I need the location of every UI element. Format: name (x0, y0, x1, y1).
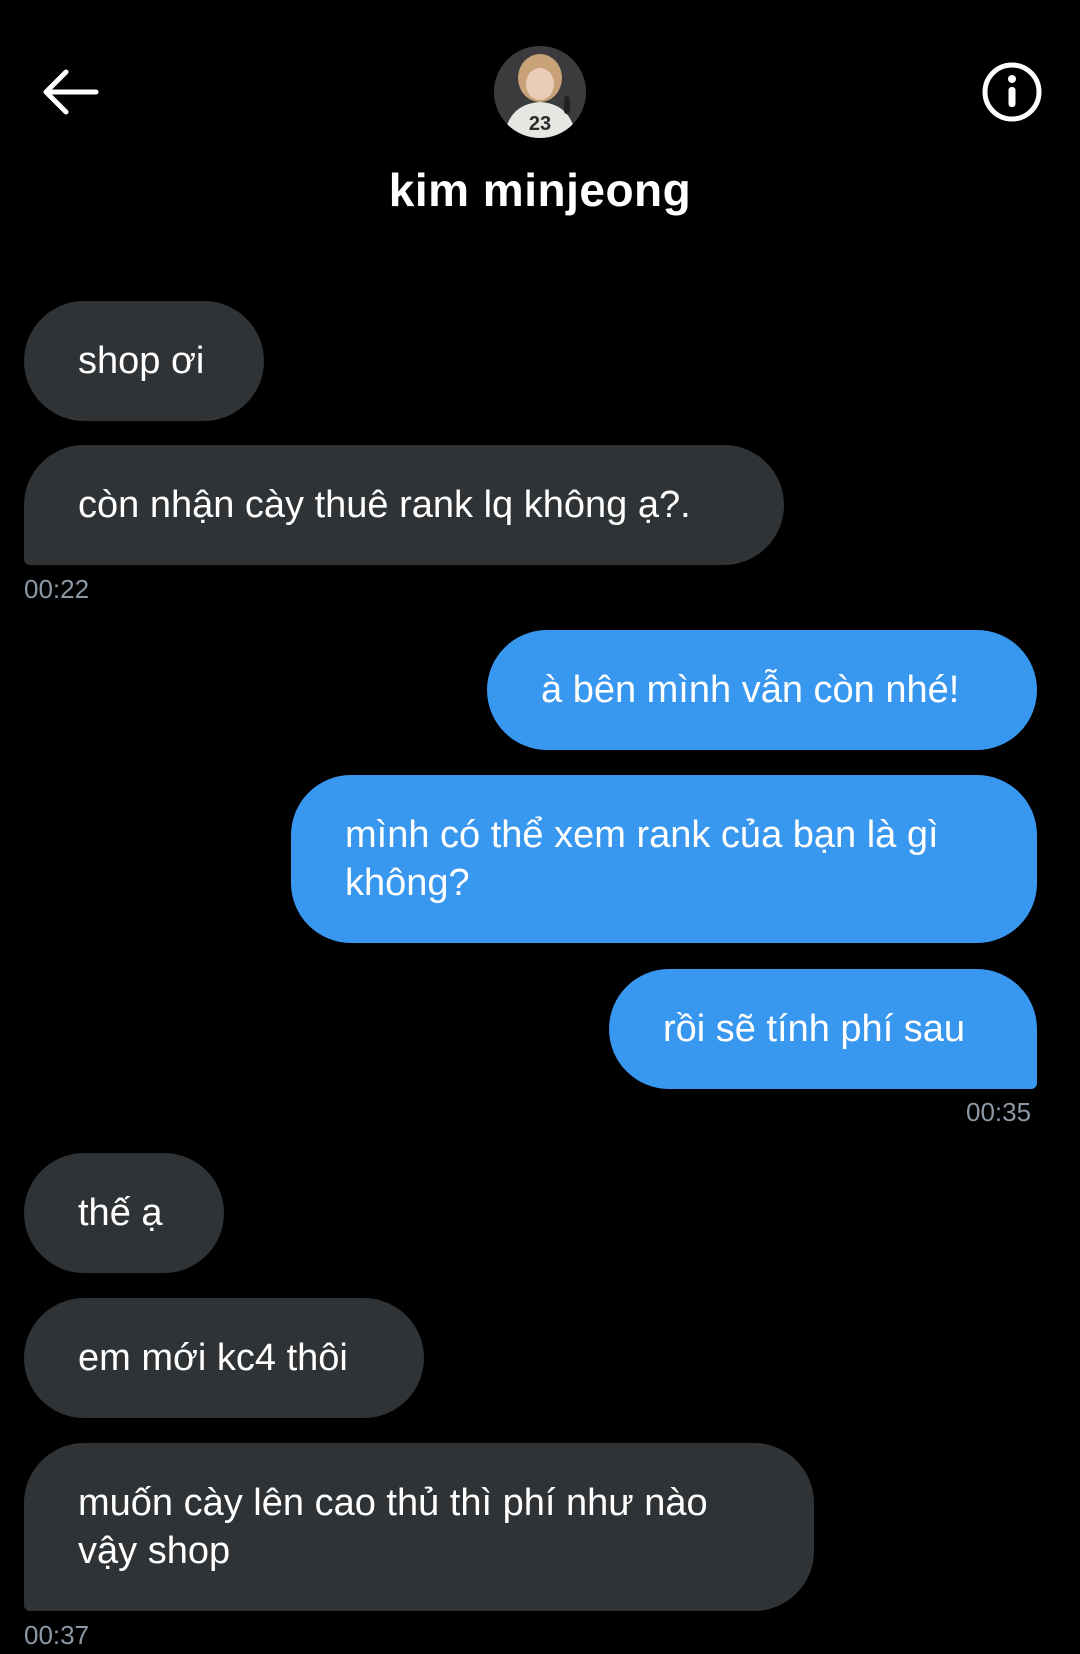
conversation-info-button[interactable] (976, 56, 1048, 128)
timestamp: 00:22 (24, 574, 90, 604)
message-bubble-incoming[interactable]: thế ạ (24, 1153, 224, 1273)
arrow-left-icon (43, 69, 99, 115)
message-bubble-incoming[interactable]: em mới kc4 thôi (24, 1298, 424, 1418)
dm-conversation-screen: 23 kim minjeong shop ơi còn nhận cày thu… (0, 0, 1080, 1654)
message-bubble-outgoing[interactable]: à bên mình vẫn còn nhé! (487, 630, 1037, 750)
timestamp: 00:35 (966, 1097, 1032, 1127)
avatar-jersey-number: 23 (529, 113, 551, 135)
back-button[interactable] (38, 60, 102, 124)
info-circle-icon (982, 62, 1042, 122)
message-bubble-incoming[interactable]: shop ơi (24, 301, 264, 421)
contact-name[interactable]: kim minjeong (0, 163, 1080, 217)
message-bubble-incoming[interactable]: còn nhận cày thuê rank lq không ạ?. (24, 445, 784, 565)
timestamp: 00:37 (24, 1620, 90, 1650)
avatar-image: 23 (494, 46, 586, 138)
message-bubble-incoming[interactable]: muốn cày lên cao thủ thì phí như nào vậy… (24, 1443, 814, 1611)
avatar[interactable]: 23 (494, 46, 586, 138)
message-bubble-outgoing[interactable]: rồi sẽ tính phí sau (609, 969, 1037, 1089)
message-bubble-outgoing[interactable]: mình có thể xem rank của bạn là gì không… (291, 775, 1037, 943)
